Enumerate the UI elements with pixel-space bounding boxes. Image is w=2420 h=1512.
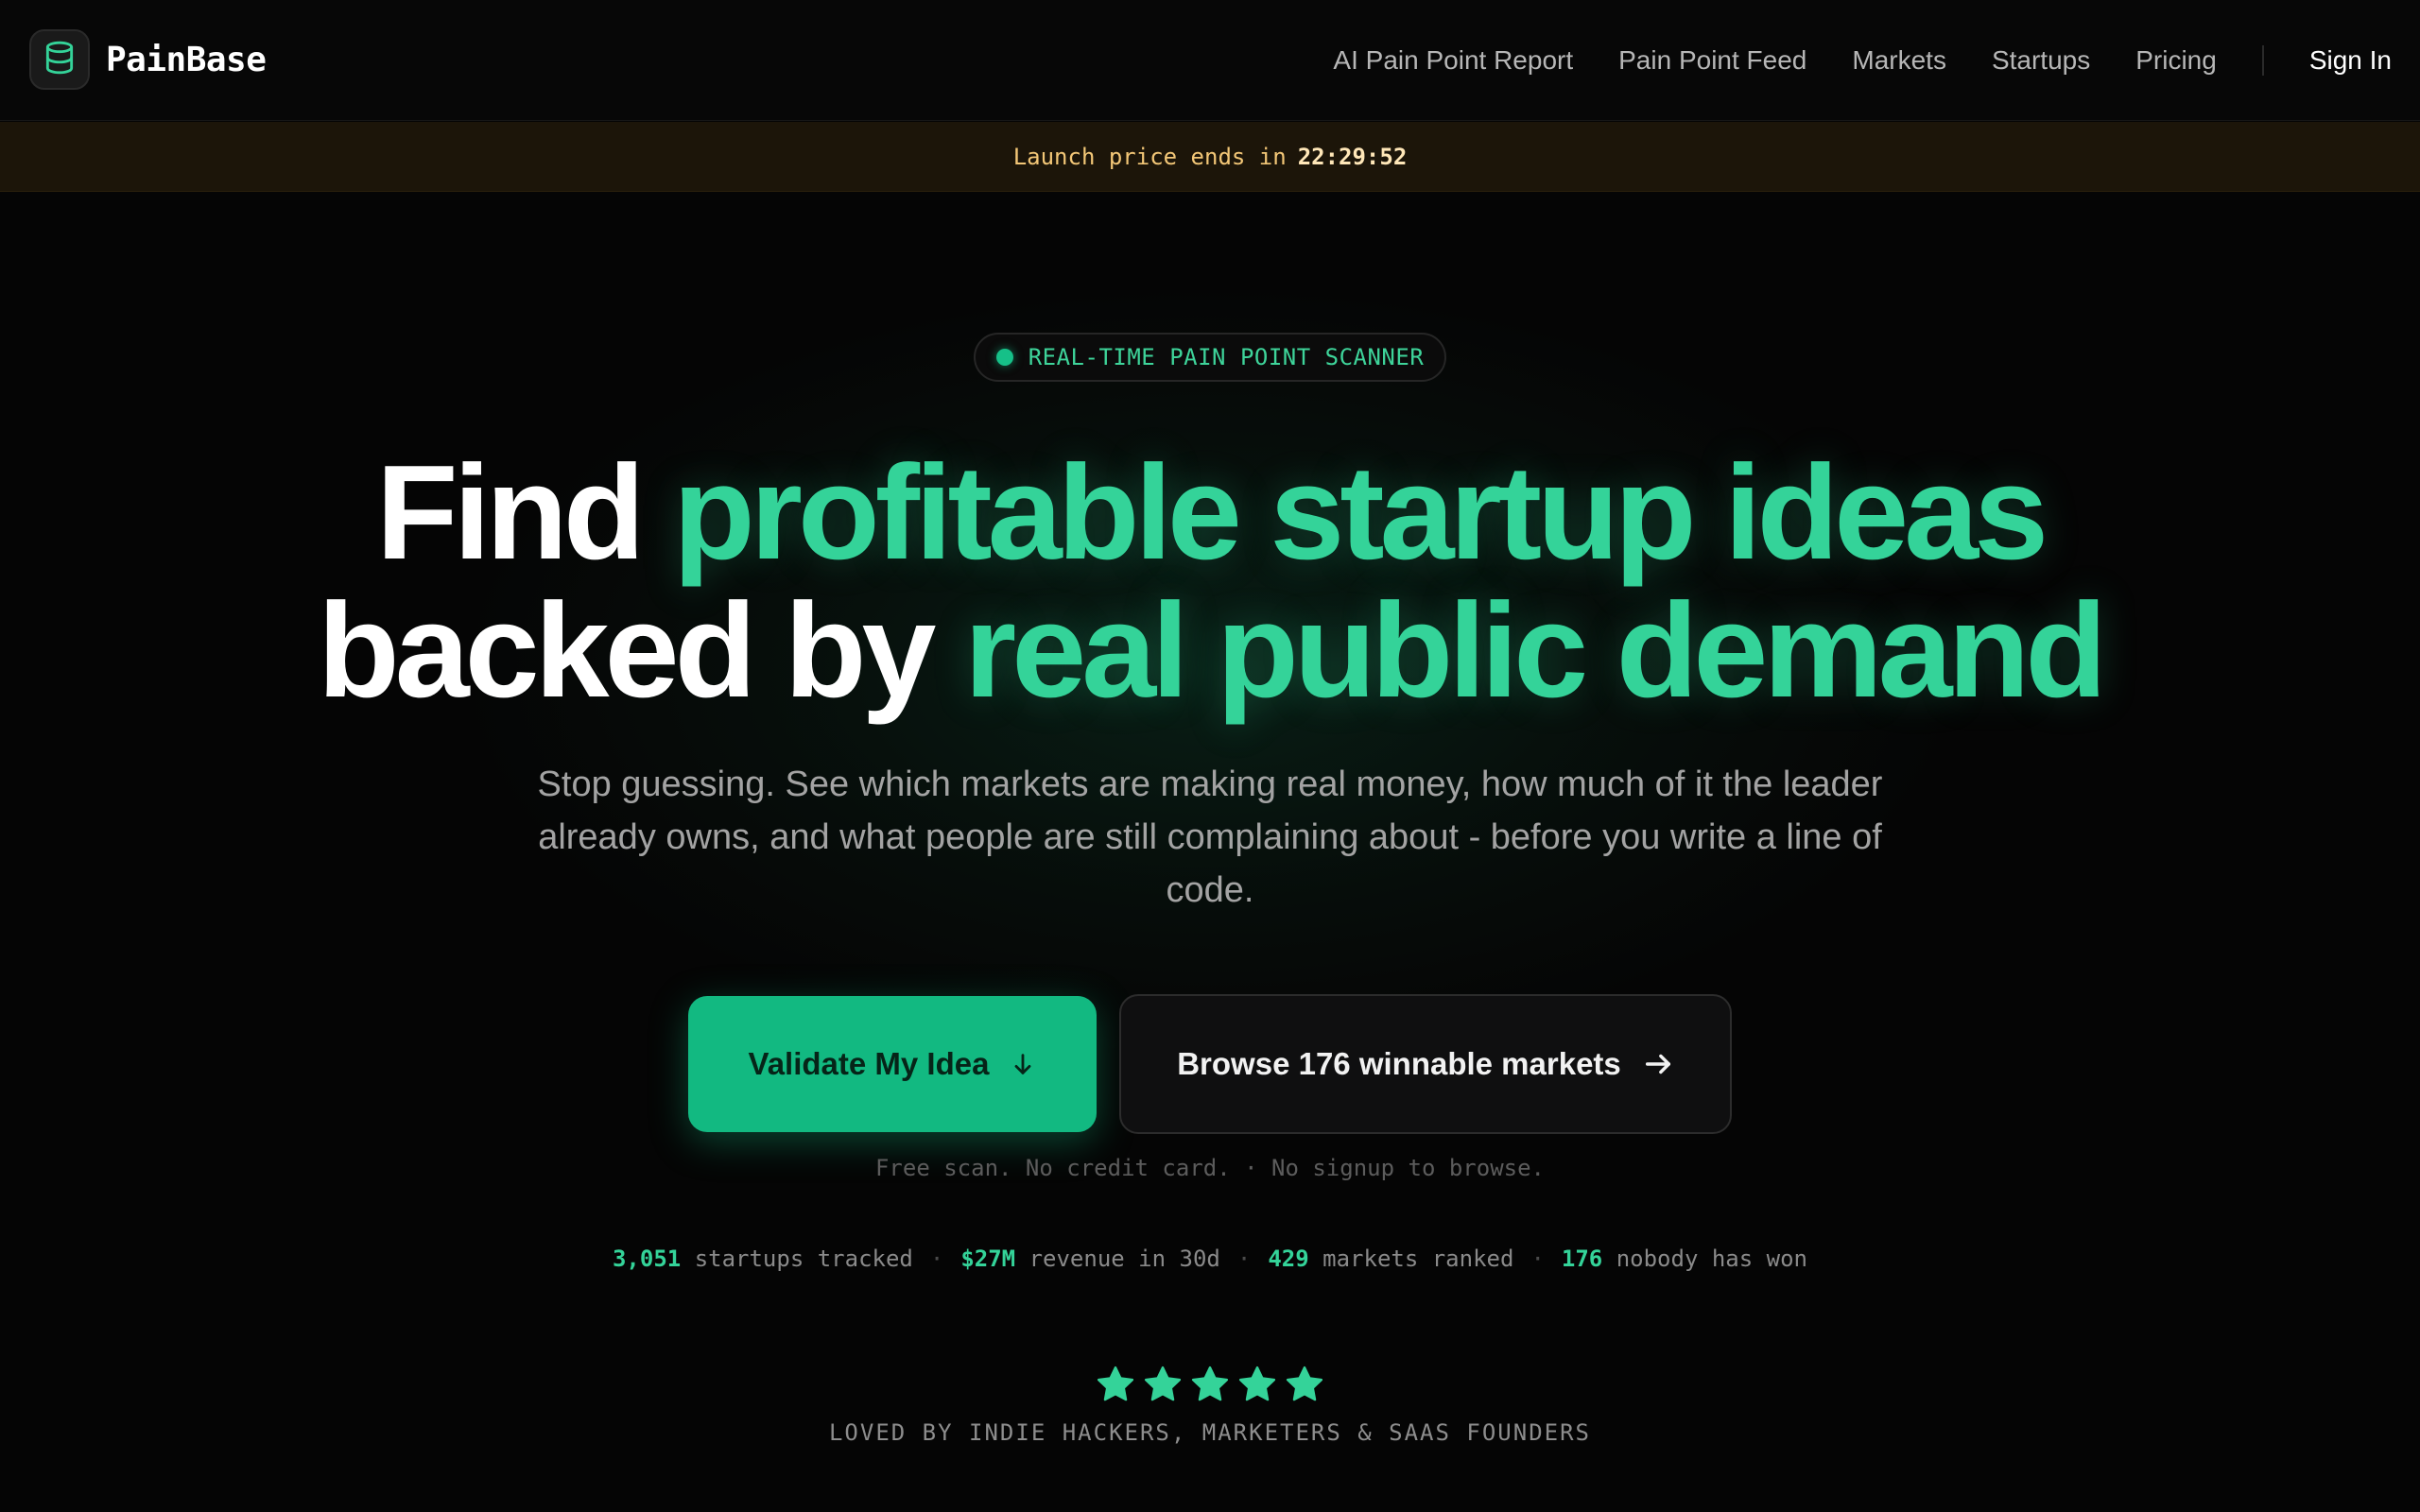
logo[interactable] bbox=[29, 29, 90, 90]
top-nav: PainBase AI Pain Point Report Pain Point… bbox=[0, 0, 2420, 121]
arrow-down-icon bbox=[1010, 1051, 1036, 1077]
nav-link-markets[interactable]: Markets bbox=[1852, 45, 1946, 76]
stat-label: revenue in 30d bbox=[1028, 1246, 1220, 1272]
sign-in-link[interactable]: Sign In bbox=[2309, 45, 2392, 76]
nav-links: AI Pain Point Report Pain Point Feed Mar… bbox=[1333, 0, 2420, 121]
headline-line2-green: real public demand bbox=[963, 576, 2107, 726]
star-icon bbox=[1190, 1365, 1230, 1409]
banner-text: Launch price ends in bbox=[1012, 143, 1287, 170]
stat-markets: 429 markets ranked bbox=[1268, 1246, 1513, 1272]
stats-row: 3,051 startups tracked · $27M revenue in 3… bbox=[0, 1246, 2420, 1272]
database-icon bbox=[42, 40, 78, 80]
live-dot-icon bbox=[995, 349, 1013, 366]
scanner-badge-label: REAL-TIME PAIN POINT SCANNER bbox=[1028, 344, 1425, 370]
nav-divider bbox=[2261, 45, 2264, 76]
stat-label: markets ranked bbox=[1322, 1246, 1514, 1272]
star-icon bbox=[1285, 1365, 1324, 1409]
nav-link-feed[interactable]: Pain Point Feed bbox=[1618, 45, 1806, 76]
headline-line1-green: profitable startup ideas bbox=[672, 438, 2048, 588]
headline-line2-white: backed by bbox=[317, 576, 937, 726]
validate-idea-label: Validate My Idea bbox=[748, 1046, 990, 1081]
stat-value: 3,051 bbox=[612, 1246, 682, 1272]
stat-value: 176 bbox=[1561, 1246, 1603, 1272]
stat-separator: · bbox=[929, 1246, 944, 1272]
brand-name[interactable]: PainBase bbox=[106, 38, 267, 83]
countdown-timer: 22:29:52 bbox=[1297, 143, 1408, 170]
stat-label: nobody has won bbox=[1616, 1246, 1807, 1272]
stat-startups: 3,051 startups tracked bbox=[613, 1246, 913, 1272]
hero-subtitle: Stop guessing. See which markets are mak… bbox=[537, 765, 1883, 910]
stat-value: 429 bbox=[1268, 1246, 1309, 1272]
star-icon bbox=[1237, 1365, 1277, 1409]
stat-separator: · bbox=[1530, 1246, 1545, 1272]
fineprint: Free scan. No credit card. · No signup t… bbox=[874, 1155, 1545, 1181]
stat-label: startups tracked bbox=[694, 1246, 913, 1272]
launch-banner: Launch price ends in 22:29:52 bbox=[0, 122, 2420, 192]
landing-page: PainBase AI Pain Point Report Pain Point… bbox=[0, 0, 2420, 1512]
nav-link-startups[interactable]: Startups bbox=[1992, 45, 2090, 76]
validate-idea-button[interactable]: Validate My Idea bbox=[688, 996, 1097, 1132]
scanner-badge: REAL-TIME PAIN POINT SCANNER bbox=[974, 333, 1446, 382]
social-proof-text: LOVED BY INDIE HACKERS, MARKETERS & SAAS… bbox=[828, 1419, 1591, 1446]
nav-link-ai-report[interactable]: AI Pain Point Report bbox=[1333, 45, 1573, 76]
nav-link-pricing[interactable]: Pricing bbox=[2135, 45, 2217, 76]
hero-headline: Find profitable startup ideas backed by … bbox=[0, 444, 2420, 720]
arrow-right-icon bbox=[1642, 1048, 1674, 1080]
star-icon bbox=[1143, 1365, 1183, 1409]
stat-revenue: $27M revenue in 30d bbox=[960, 1246, 1220, 1272]
rating-stars bbox=[0, 1365, 2420, 1409]
star-icon bbox=[1096, 1365, 1135, 1409]
stat-value: $27M bbox=[960, 1246, 1016, 1272]
browse-markets-button[interactable]: Browse 176 winnable markets bbox=[1119, 994, 1732, 1134]
headline-line1-white: Find bbox=[375, 438, 646, 588]
stat-unwon: 176 nobody has won bbox=[1562, 1246, 1807, 1272]
stat-separator: · bbox=[1236, 1246, 1252, 1272]
browse-markets-label: Browse 176 winnable markets bbox=[1177, 1046, 1621, 1081]
